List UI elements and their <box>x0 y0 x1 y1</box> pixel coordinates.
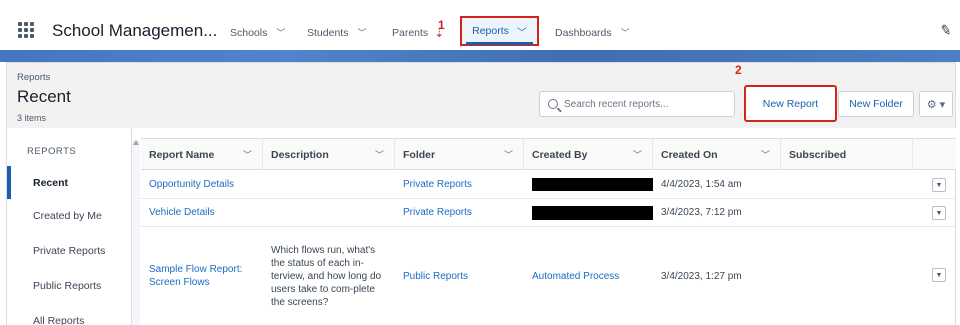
search-icon <box>548 99 558 109</box>
nav-tab-label: Reports <box>472 25 509 37</box>
nav-tab-label: Schools <box>230 26 268 39</box>
table-row: Vehicle Details Private Reports 3/4/2023… <box>141 199 956 227</box>
redacted-created-by <box>532 205 653 220</box>
global-nav-bar: School Managemen... Schools ﹀ Students ﹀… <box>0 0 960 62</box>
nav-tab-label: Parents <box>392 27 429 39</box>
created-by-link[interactable]: Automated Process <box>532 270 619 283</box>
column-header-label: Created By <box>532 148 588 161</box>
annotation-marker-1: 1 <box>438 18 445 32</box>
column-header-label: Description <box>271 148 329 161</box>
chevron-down-icon[interactable]: ﹀ <box>357 26 366 39</box>
column-header-label: Subscribed <box>789 148 847 161</box>
table-row: Sample Flow Report: Screen Flows Which f… <box>141 227 956 325</box>
column-header-created-on[interactable]: Created On ﹀ <box>653 139 781 170</box>
table-header: Report Name ﹀ Description ﹀ Folder ﹀ Cre… <box>141 138 956 170</box>
header-banner-stripe <box>0 50 960 62</box>
column-header-subscribed[interactable]: Subscribed <box>781 139 913 170</box>
sidebar-item-public-reports[interactable]: Public Reports <box>7 269 131 302</box>
sidebar-scrollbar[interactable] <box>132 140 140 325</box>
breadcrumb[interactable]: Reports <box>17 72 50 83</box>
row-actions-chevron-icon[interactable]: ▼ <box>932 178 946 192</box>
created-on-value: 3/4/2023, 7:12 pm <box>661 207 742 218</box>
chevron-down-icon[interactable]: ﹀ <box>761 148 770 161</box>
annotation-marker-2: 2 <box>735 63 742 77</box>
folder-link[interactable]: Private Reports <box>403 206 472 219</box>
nav-tab-parents[interactable]: Parents ⇣ <box>392 26 444 40</box>
row-actions-chevron-icon[interactable]: ▼ <box>932 206 946 220</box>
created-on-value: 3/4/2023, 1:27 pm <box>661 270 742 282</box>
sidebar-item-created-by-me[interactable]: Created by Me <box>7 199 131 232</box>
column-header-label: Created On <box>661 148 718 161</box>
new-report-button[interactable]: New Report <box>744 85 837 122</box>
column-header-created-by[interactable]: Created By ﹀ <box>524 139 653 170</box>
column-header-label: Report Name <box>149 148 215 161</box>
redacted-created-by <box>532 177 653 191</box>
chevron-down-icon[interactable]: ﹀ <box>517 24 527 39</box>
column-header-label: Folder <box>403 148 436 161</box>
column-header-description[interactable]: Description ﹀ <box>263 139 395 170</box>
nav-tab-reports[interactable]: Reports ﹀ <box>460 16 539 46</box>
column-header-report-name[interactable]: Report Name ﹀ <box>141 139 263 170</box>
gear-icon[interactable]: ⚙ ▾ <box>919 91 953 117</box>
chevron-down-icon[interactable]: ﹀ <box>633 148 642 161</box>
report-name-link[interactable]: Sample Flow Report: Screen Flows <box>149 263 263 289</box>
report-description: Which flows run, what's the status of ea… <box>271 244 382 308</box>
reports-sidebar: REPORTS Recent Created by Me Private Rep… <box>6 128 132 325</box>
page-title: Recent <box>17 87 71 106</box>
app-name: School Managemen... <box>52 21 218 40</box>
search-box[interactable] <box>539 91 735 117</box>
nav-tab-label: Dashboards <box>555 26 612 39</box>
new-folder-button[interactable]: New Folder <box>838 91 914 117</box>
edit-pencil-icon[interactable]: ✎ <box>939 21 953 40</box>
column-header-folder[interactable]: Folder ﹀ <box>395 139 524 170</box>
folder-link[interactable]: Public Reports <box>403 270 468 283</box>
created-on-value: 4/4/2023, 1:54 am <box>661 178 742 190</box>
chevron-down-icon[interactable]: ﹀ <box>243 148 252 161</box>
sidebar-item-private-reports[interactable]: Private Reports <box>7 234 131 267</box>
reports-table: Report Name ﹀ Description ﹀ Folder ﹀ Cre… <box>141 138 956 325</box>
app-launcher-icon[interactable] <box>18 22 34 38</box>
row-actions-chevron-icon[interactable]: ▼ <box>932 268 946 282</box>
item-count: 3 items <box>17 113 47 123</box>
search-input[interactable] <box>564 98 724 110</box>
chevron-down-icon[interactable]: ﹀ <box>276 26 285 39</box>
nav-tab-label: Students <box>307 26 349 39</box>
list-view-header: Reports Recent 3 items New Report New Fo… <box>6 62 956 128</box>
report-name-link[interactable]: Vehicle Details <box>149 206 215 219</box>
chevron-down-icon[interactable]: ﹀ <box>504 148 513 161</box>
chevron-down-icon[interactable]: ﹀ <box>621 26 630 39</box>
folder-link[interactable]: Private Reports <box>403 178 472 191</box>
report-name-link[interactable]: Opportunity Details <box>149 178 234 191</box>
sidebar-heading: REPORTS <box>27 146 77 157</box>
nav-tab-dashboards[interactable]: Dashboards ﹀ <box>555 26 630 39</box>
sidebar-item-recent[interactable]: Recent <box>7 166 131 199</box>
sidebar-item-all-reports[interactable]: All Reports <box>7 304 131 325</box>
table-row: Opportunity Details Private Reports 4/4/… <box>141 170 956 199</box>
nav-tab-schools[interactable]: Schools ﹀ <box>230 26 285 39</box>
chevron-down-icon[interactable]: ﹀ <box>375 148 384 161</box>
nav-tab-students[interactable]: Students ﹀ <box>307 26 366 39</box>
